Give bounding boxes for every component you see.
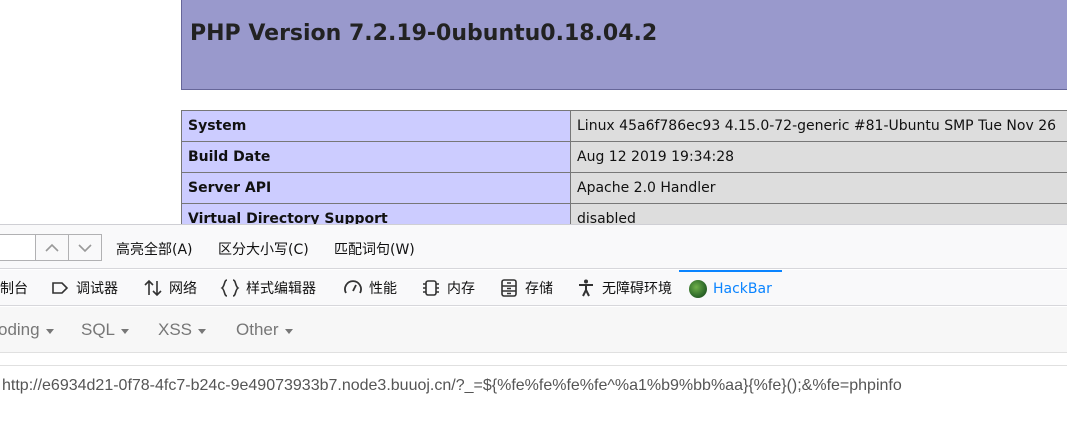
style-editor-icon xyxy=(220,279,240,297)
table-row: System Linux 45a6f786ec93 4.15.0-72-gene… xyxy=(181,110,1067,142)
tab-hackbar[interactable]: HackBar xyxy=(679,270,782,306)
menu-other[interactable]: Other xyxy=(236,320,293,340)
row-value: Aug 12 2019 19:34:28 xyxy=(570,141,1067,173)
tab-accessibility[interactable]: 无障碍环境 xyxy=(576,270,672,306)
table-row: Build Date Aug 12 2019 19:34:28 xyxy=(181,141,1067,173)
menu-xss[interactable]: XSS xyxy=(158,320,207,340)
whole-words-toggle[interactable]: 匹配词句(W) xyxy=(334,239,415,259)
caret-down-icon xyxy=(198,329,207,334)
chevron-down-icon xyxy=(78,243,92,252)
menu-label: oding xyxy=(0,320,40,339)
caret-down-icon xyxy=(121,329,130,334)
menu-label: XSS xyxy=(158,320,193,339)
tab-console[interactable]: 制台 xyxy=(0,270,28,306)
chevron-up-icon xyxy=(45,243,59,252)
tab-label: HackBar xyxy=(713,281,772,297)
url-textarea[interactable]: http://e6934d21-0f78-4fc7-b24c-9e4907393… xyxy=(0,365,1067,444)
find-next-button[interactable] xyxy=(68,234,102,261)
row-value: Linux 45a6f786ec93 4.15.0-72-generic #81… xyxy=(570,110,1067,142)
menu-label: Other xyxy=(236,320,279,339)
tab-network[interactable]: 网络 xyxy=(143,270,197,306)
row-key: System xyxy=(181,110,571,142)
row-value: Apache 2.0 Handler xyxy=(570,172,1067,204)
tab-label: 调试器 xyxy=(76,281,118,297)
tab-label: 样式编辑器 xyxy=(246,281,316,297)
caret-down-icon xyxy=(284,329,293,334)
php-info-table: System Linux 45a6f786ec93 4.15.0-72-gene… xyxy=(181,110,1067,235)
memory-icon xyxy=(423,280,439,296)
tab-style-editor[interactable]: 样式编辑器 xyxy=(220,270,316,306)
performance-icon xyxy=(344,280,362,294)
match-case-toggle[interactable]: 区分大小写(C) xyxy=(218,239,309,259)
find-bar: 高亮全部(A) 区分大小写(C) 匹配词句(W) xyxy=(0,225,1067,269)
hackbar-menubar: oding SQL XSS Other xyxy=(0,307,1067,353)
tab-label: 内存 xyxy=(447,281,475,297)
network-icon xyxy=(144,279,162,297)
accessibility-icon xyxy=(579,279,593,297)
tab-label: 性能 xyxy=(369,281,397,297)
tab-label: 网络 xyxy=(169,281,197,297)
menu-sql[interactable]: SQL xyxy=(81,320,130,340)
menu-encoding[interactable]: oding xyxy=(0,320,54,340)
row-key: Server API xyxy=(181,172,571,204)
tab-label: 制台 xyxy=(0,281,28,297)
storage-icon xyxy=(501,279,517,297)
tab-debugger[interactable]: 调试器 xyxy=(50,270,118,306)
php-header: PHP Version 7.2.19-0ubuntu0.18.04.2 xyxy=(181,0,1067,90)
hackbar-icon xyxy=(689,280,707,298)
caret-down-icon xyxy=(45,329,54,334)
tab-label: 无障碍环境 xyxy=(602,281,672,297)
tab-performance[interactable]: 性能 xyxy=(343,270,397,306)
highlight-all-toggle[interactable]: 高亮全部(A) xyxy=(116,239,193,259)
tab-memory[interactable]: 内存 xyxy=(421,270,475,306)
url-value: http://e6934d21-0f78-4fc7-b24c-9e4907393… xyxy=(2,377,902,394)
devtools-panel: 高亮全部(A) 区分大小写(C) 匹配词句(W) 制台 调试器 网络 样式编辑器… xyxy=(0,224,1067,444)
debugger-icon xyxy=(52,282,69,294)
row-key: Build Date xyxy=(181,141,571,173)
find-previous-button[interactable] xyxy=(35,234,69,261)
php-version-title: PHP Version 7.2.19-0ubuntu0.18.04.2 xyxy=(190,21,658,46)
find-input[interactable] xyxy=(0,234,35,261)
table-row: Server API Apache 2.0 Handler xyxy=(181,172,1067,204)
tab-label: 存储 xyxy=(525,281,553,297)
tab-storage[interactable]: 存储 xyxy=(499,270,553,306)
devtools-tabbar: 制台 调试器 网络 样式编辑器 性能 内存 存储 无障碍环境 HackBar xyxy=(0,270,1067,306)
menu-label: SQL xyxy=(81,320,116,339)
